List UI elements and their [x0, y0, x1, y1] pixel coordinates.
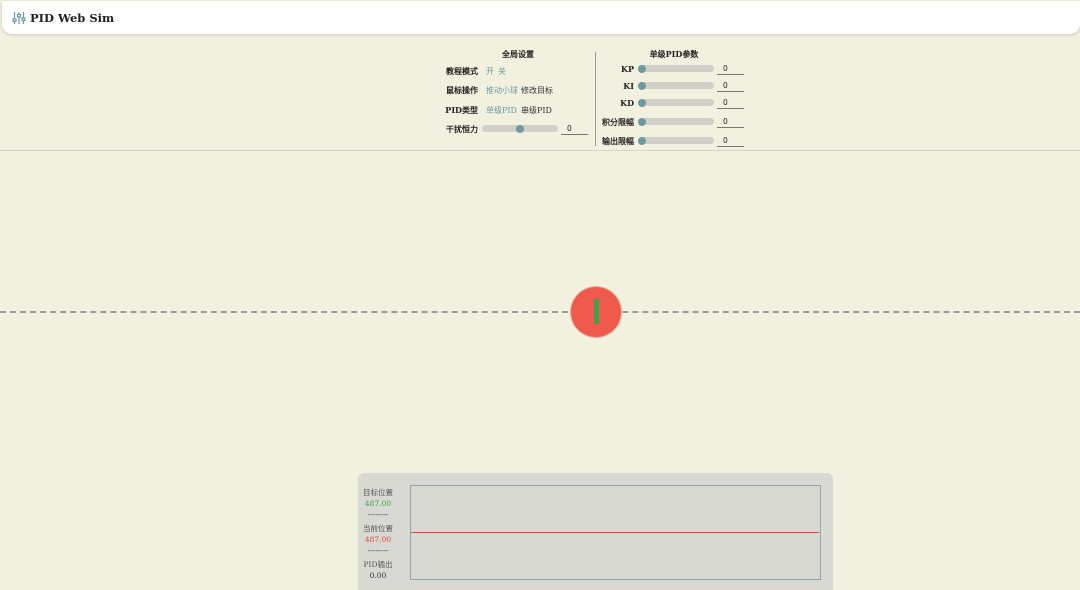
ki-label: KI: [623, 81, 634, 91]
global-settings-title: 全局设置: [502, 49, 534, 59]
disturbance-force-slider[interactable]: [482, 124, 558, 133]
disturbance-force-label: 干扰恒力: [446, 124, 478, 134]
chart-panel: 目标位置 487.00 -------- 当前位置 487.00 -------…: [358, 473, 833, 590]
ball[interactable]: [571, 287, 621, 337]
ki-slider[interactable]: [638, 81, 714, 90]
tutorial-mode-on-option[interactable]: 开: [486, 66, 494, 77]
kd-slider-knob[interactable]: [638, 98, 646, 107]
app-header: PID Web Sim: [2, 1, 1080, 34]
ki-slider-knob[interactable]: [638, 81, 646, 90]
integral-limit-input[interactable]: 0: [717, 116, 744, 128]
mouse-operation-label: 鼠标操作: [446, 85, 478, 95]
separator-1: --------: [367, 510, 389, 519]
disturbance-force-input[interactable]: 0: [561, 123, 588, 135]
target-position-value: 487.00: [364, 499, 392, 508]
pid-params-title: 单级PID参数: [649, 49, 699, 59]
integral-limit-slider[interactable]: [638, 117, 714, 126]
kd-label: KD: [620, 98, 634, 108]
single-pid-option[interactable]: 单级PID: [486, 105, 517, 116]
output-limit-label: 输出限幅: [602, 136, 634, 146]
separator-2: --------: [367, 546, 389, 555]
modify-target-option[interactable]: 修改目标: [521, 85, 553, 96]
integral-limit-slider-knob[interactable]: [638, 117, 646, 126]
pid-type-label: PID类型: [445, 105, 478, 115]
position-chart: [410, 485, 821, 580]
kd-input[interactable]: 0: [717, 97, 744, 109]
integral-limit-label: 积分限幅: [602, 117, 634, 127]
tutorial-mode-off-option[interactable]: 关: [498, 66, 506, 77]
ki-input[interactable]: 0: [717, 80, 744, 92]
pid-output-value: 0.00: [369, 571, 387, 580]
kd-slider[interactable]: [638, 98, 714, 107]
kp-input[interactable]: 0: [717, 63, 744, 75]
kp-label: KP: [621, 64, 634, 74]
disturbance-force-slider-knob[interactable]: [516, 124, 524, 133]
kp-slider[interactable]: [638, 64, 714, 73]
target-position-label: 目标位置: [363, 488, 393, 497]
push-ball-option[interactable]: 推动小球: [486, 85, 518, 96]
current-position-line: [411, 532, 819, 534]
cascade-pid-option[interactable]: 串级PID: [521, 105, 552, 116]
pid-output-label: PID输出: [363, 560, 393, 569]
tutorial-mode-label: 教程模式: [446, 66, 478, 76]
output-limit-input[interactable]: 0: [717, 135, 744, 147]
track-line: [0, 311, 1080, 313]
output-limit-slider-knob[interactable]: [638, 136, 646, 145]
current-position-label: 当前位置: [363, 524, 393, 533]
current-position-value: 487.00: [364, 535, 392, 544]
app-title: PID Web Sim: [30, 10, 115, 25]
output-limit-slider[interactable]: [638, 136, 714, 145]
sliders-icon: [12, 11, 26, 25]
kp-slider-knob[interactable]: [638, 64, 646, 73]
target-marker: [593, 299, 599, 324]
